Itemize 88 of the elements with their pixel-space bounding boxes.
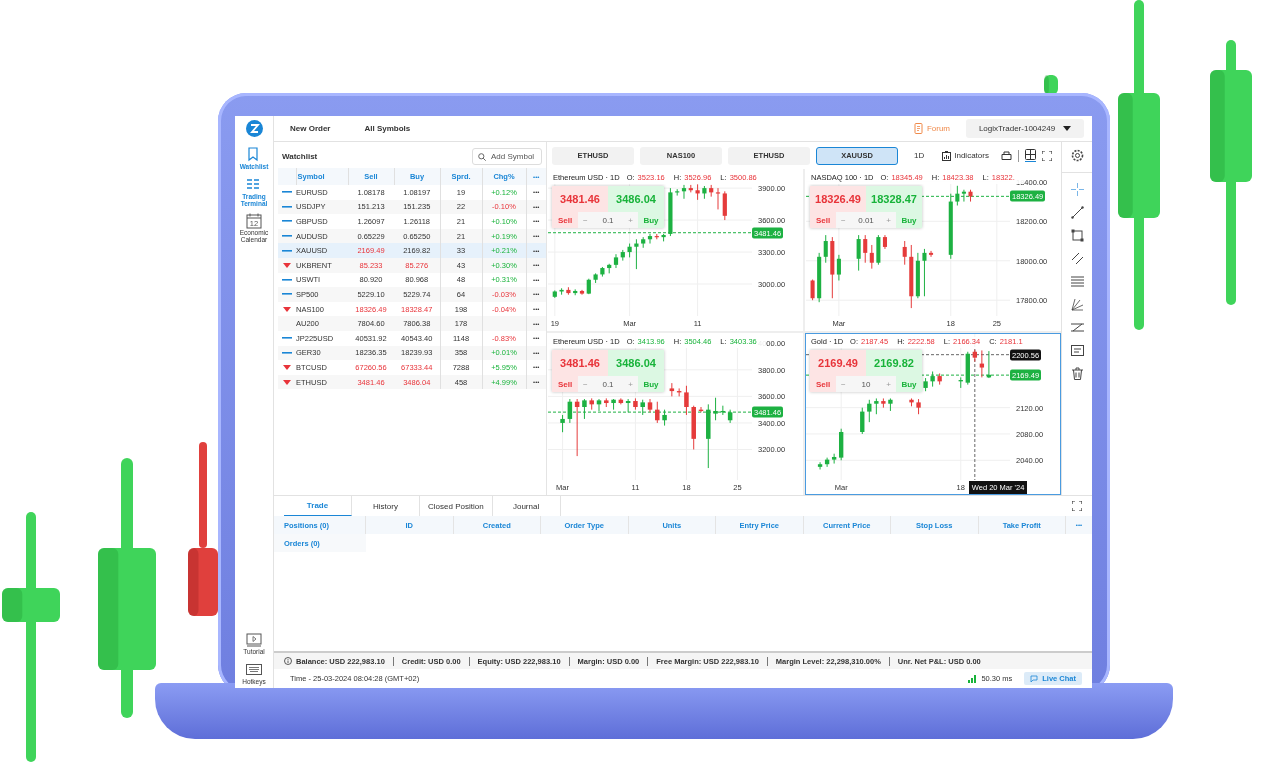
timeframe-button[interactable]: 1D xyxy=(908,150,931,161)
candlestick xyxy=(662,409,667,427)
chart-icon xyxy=(942,150,952,161)
quantity-value: 10 xyxy=(861,379,871,389)
sell-button[interactable]: Sell xyxy=(552,212,578,228)
candlestick xyxy=(627,243,632,258)
candlestick xyxy=(972,349,977,363)
basket-icon[interactable] xyxy=(1000,151,1012,160)
search-icon xyxy=(478,152,486,161)
candlestick xyxy=(604,397,609,408)
candlestick xyxy=(566,286,571,296)
candlestick xyxy=(937,372,942,386)
horizontal-lines-icon[interactable] xyxy=(1070,275,1084,288)
info-icon xyxy=(284,657,292,665)
candlestick xyxy=(867,399,872,423)
candlestick xyxy=(713,397,718,421)
candlestick xyxy=(856,234,861,272)
candlestick xyxy=(839,428,844,461)
candlestick xyxy=(611,398,616,411)
fan-tool-icon[interactable] xyxy=(1070,298,1084,311)
candlestick xyxy=(810,279,815,301)
candlestick xyxy=(582,398,587,420)
caret-icon xyxy=(1063,126,1072,131)
note-icon[interactable] xyxy=(1070,344,1084,357)
menu-item[interactable]: All Symbols xyxy=(362,122,413,135)
candlestick xyxy=(958,376,963,389)
candlestick xyxy=(881,397,886,409)
candlestick xyxy=(633,397,638,411)
sell-button[interactable]: Sell xyxy=(810,212,836,228)
menu-item[interactable]: New Order xyxy=(288,122,333,135)
candlestick xyxy=(968,189,973,203)
sell-button[interactable]: Sell xyxy=(552,376,578,392)
candlestick xyxy=(922,248,927,297)
candlestick xyxy=(668,187,673,237)
indicators-button[interactable]: Indicators xyxy=(936,149,995,162)
candlestick xyxy=(640,399,645,416)
sell-price[interactable]: 2169.49 xyxy=(810,350,866,376)
quantity-value: 0.01 xyxy=(858,215,874,225)
video-icon xyxy=(245,631,263,649)
candlestick xyxy=(634,238,639,270)
quantity-value: 0.1 xyxy=(602,215,614,225)
grid-layout-icon[interactable] xyxy=(1024,149,1036,162)
candlestick xyxy=(902,240,907,266)
candlestick xyxy=(923,377,928,392)
document-icon xyxy=(913,123,923,134)
candlestick xyxy=(593,272,598,284)
candlestick xyxy=(888,397,893,412)
sell-price[interactable]: 18326.49 xyxy=(810,186,866,212)
fullscreen-icon[interactable] xyxy=(1072,501,1082,511)
path-tool-icon[interactable] xyxy=(1070,321,1084,334)
candlestick xyxy=(930,371,935,388)
candlestick xyxy=(559,287,564,296)
panel-title: Watchlist xyxy=(282,151,318,161)
candlestick xyxy=(860,407,865,435)
logo-icon xyxy=(245,120,263,137)
candlestick xyxy=(684,385,689,416)
candlestick xyxy=(596,398,602,412)
line-tool-icon[interactable] xyxy=(1070,206,1084,219)
account-dropdown[interactable]: LogixTrader-1004249 xyxy=(966,119,1084,138)
candlestick xyxy=(647,398,653,413)
rectangle-tool-icon[interactable] xyxy=(1070,229,1084,242)
sell-button[interactable]: Sell xyxy=(810,376,836,392)
candlestick xyxy=(589,397,594,411)
settings-icon[interactable] xyxy=(1070,149,1084,162)
candlestick xyxy=(661,233,666,242)
chat-icon xyxy=(1030,674,1040,683)
quantity-value: 0.1 xyxy=(602,379,614,389)
candlestick xyxy=(695,183,700,201)
candlestick xyxy=(560,414,565,433)
candlestick xyxy=(655,401,660,424)
candlestick xyxy=(916,398,921,415)
candlestick xyxy=(702,185,707,200)
candlestick xyxy=(909,397,914,407)
signal-icon xyxy=(968,674,977,683)
fullscreen-icon[interactable] xyxy=(1041,150,1052,161)
parallel-lines-icon[interactable] xyxy=(1070,252,1084,265)
candlestick xyxy=(874,397,879,415)
candlestick xyxy=(691,405,696,450)
candlestick xyxy=(929,250,934,258)
candlestick xyxy=(600,266,605,278)
candlestick xyxy=(948,193,953,260)
candlestick xyxy=(552,289,557,299)
trash-icon[interactable] xyxy=(1070,367,1084,380)
candlestick xyxy=(965,351,970,386)
search-field[interactable]: Add Symbol xyxy=(472,147,542,165)
candlestick xyxy=(698,406,704,413)
candlestick xyxy=(706,403,711,469)
candlestick-drawing xyxy=(1044,75,1058,95)
